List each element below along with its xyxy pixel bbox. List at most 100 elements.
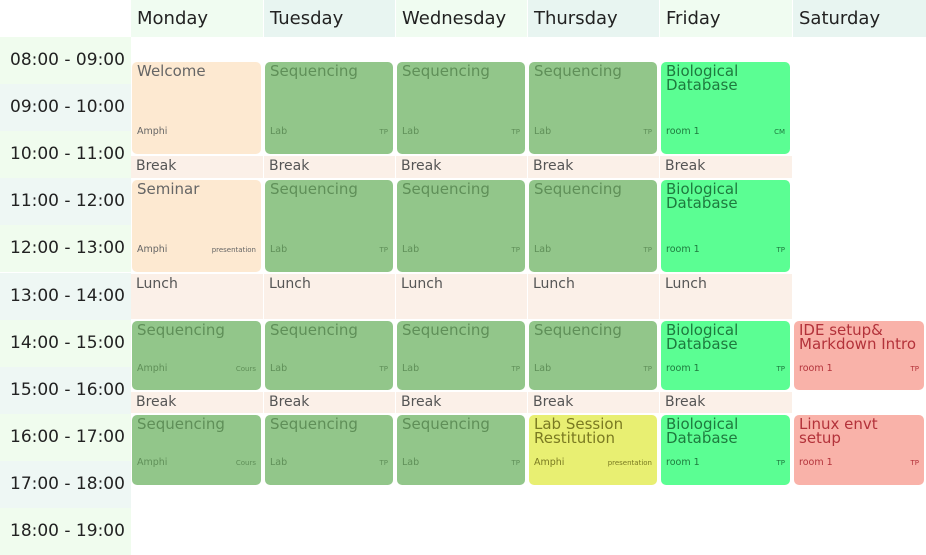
- event-block[interactable]: Sequencing Lab TP: [265, 415, 393, 485]
- event-block[interactable]: Welcome Amphi: [132, 62, 261, 154]
- pause-title: Lunch: [136, 276, 178, 292]
- pause-title: Break: [136, 394, 177, 410]
- pause-title: Break: [665, 158, 706, 174]
- event-type: TP: [910, 459, 920, 467]
- pause-block-lunch: Lunch: [660, 274, 792, 319]
- time-label: 13:00 - 14:00: [0, 272, 131, 320]
- time-label: 09:00 - 10:00: [0, 84, 131, 132]
- event-location: Amphi: [137, 126, 168, 137]
- event-block[interactable]: Sequencing Lab TP: [529, 321, 657, 390]
- pause-title: Break: [269, 158, 310, 174]
- event-block[interactable]: Sequencing Lab TP: [529, 180, 657, 272]
- event-block[interactable]: Biological Database room 1 CM: [661, 62, 790, 154]
- event-title: Seminar: [137, 180, 200, 198]
- time-label: 12:00 - 13:00: [0, 225, 131, 273]
- event-type: TP: [511, 246, 521, 254]
- pause-title: Break: [401, 394, 442, 410]
- event-type: presentation: [211, 246, 256, 254]
- pause-block-break: Break: [396, 156, 527, 178]
- event-block[interactable]: IDE setup& Markdown Intro room 1 TP: [794, 321, 924, 390]
- event-title: Biological Database: [666, 321, 739, 353]
- pause-block-break: Break: [528, 392, 659, 413]
- pause-title: Break: [269, 394, 310, 410]
- event-block[interactable]: Sequencing Lab TP: [397, 180, 525, 272]
- event-block[interactable]: Lab Session Restitution Amphi presentation: [529, 415, 657, 485]
- event-title: Sequencing: [137, 415, 225, 433]
- event-type: TP: [643, 365, 653, 373]
- event-location: Lab: [534, 244, 552, 255]
- event-location: Amphi: [137, 244, 168, 255]
- event-block[interactable]: Sequencing Lab TP: [397, 62, 525, 154]
- event-title: Sequencing: [402, 321, 490, 339]
- event-type: TP: [643, 128, 653, 136]
- pause-title: Lunch: [269, 276, 311, 292]
- event-title: Sequencing: [270, 415, 358, 433]
- event-location: Amphi: [137, 363, 168, 374]
- event-block[interactable]: Sequencing Lab TP: [529, 62, 657, 154]
- event-block[interactable]: Sequencing Lab TP: [397, 321, 525, 390]
- event-location: Amphi: [534, 457, 565, 468]
- pause-block-break: Break: [660, 156, 792, 178]
- event-type: TP: [511, 459, 521, 467]
- event-type: TP: [776, 246, 786, 254]
- event-location: room 1: [799, 363, 833, 374]
- event-location: room 1: [666, 126, 700, 137]
- pause-block-break: Break: [264, 156, 395, 178]
- event-type: TP: [511, 365, 521, 373]
- event-location: room 1: [799, 457, 833, 468]
- pause-title: Lunch: [665, 276, 707, 292]
- time-label: 10:00 - 11:00: [0, 131, 131, 179]
- event-type: TP: [379, 246, 389, 254]
- pause-block-lunch: Lunch: [264, 274, 395, 319]
- event-block[interactable]: Biological Database room 1 TP: [661, 180, 790, 272]
- time-label: 15:00 - 16:00: [0, 366, 131, 414]
- event-title: Lab Session Restitution: [534, 415, 624, 447]
- pause-title: Break: [533, 158, 574, 174]
- event-type: TP: [379, 459, 389, 467]
- pause-block-break: Break: [131, 392, 263, 413]
- pause-title: Break: [533, 394, 574, 410]
- event-block[interactable]: Linux envt setup room 1 TP: [794, 415, 924, 485]
- event-title: Sequencing: [402, 415, 490, 433]
- pause-title: Lunch: [401, 276, 443, 292]
- event-title: IDE setup& Markdown Intro: [799, 321, 917, 353]
- event-block[interactable]: Sequencing Amphi Cours: [132, 415, 261, 485]
- pause-block-break: Break: [528, 156, 659, 178]
- event-location: Lab: [534, 363, 552, 374]
- event-title: Sequencing: [270, 62, 358, 80]
- pause-block-lunch: Lunch: [131, 274, 263, 319]
- event-location: Lab: [270, 126, 288, 137]
- event-location: room 1: [666, 244, 700, 255]
- event-block[interactable]: Sequencing Lab TP: [265, 180, 393, 272]
- event-block[interactable]: Sequencing Lab TP: [265, 321, 393, 390]
- event-block[interactable]: Biological Database room 1 TP: [661, 415, 790, 485]
- event-block[interactable]: Sequencing Lab TP: [397, 415, 525, 485]
- day-header-tuesday: Tuesday: [264, 0, 395, 37]
- event-title: Sequencing: [534, 180, 622, 198]
- event-block[interactable]: Biological Database room 1 TP: [661, 321, 790, 390]
- event-title: Sequencing: [270, 180, 358, 198]
- event-title: Sequencing: [534, 321, 622, 339]
- day-header-thursday: Thursday: [528, 0, 659, 37]
- event-type: TP: [776, 365, 786, 373]
- pause-block-break: Break: [660, 392, 792, 413]
- day-header-monday: Monday: [131, 0, 263, 37]
- event-title: Sequencing: [402, 180, 490, 198]
- event-block[interactable]: Sequencing Lab TP: [265, 62, 393, 154]
- event-title: Sequencing: [402, 62, 490, 80]
- event-type: TP: [776, 459, 786, 467]
- event-title: Sequencing: [137, 321, 225, 339]
- pause-block-break: Break: [264, 392, 395, 413]
- event-location: Lab: [402, 363, 420, 374]
- event-location: Lab: [270, 244, 288, 255]
- event-location: Lab: [534, 126, 552, 137]
- pause-title: Break: [401, 158, 442, 174]
- event-block[interactable]: Seminar Amphi presentation: [132, 180, 261, 272]
- pause-block-lunch: Lunch: [396, 274, 527, 319]
- pause-title: Break: [665, 394, 706, 410]
- time-label: 16:00 - 17:00: [0, 413, 131, 461]
- event-block[interactable]: Sequencing Amphi Cours: [132, 321, 261, 390]
- day-header-wednesday: Wednesday: [396, 0, 527, 37]
- event-title: Sequencing: [534, 62, 622, 80]
- header-corner: [0, 0, 131, 37]
